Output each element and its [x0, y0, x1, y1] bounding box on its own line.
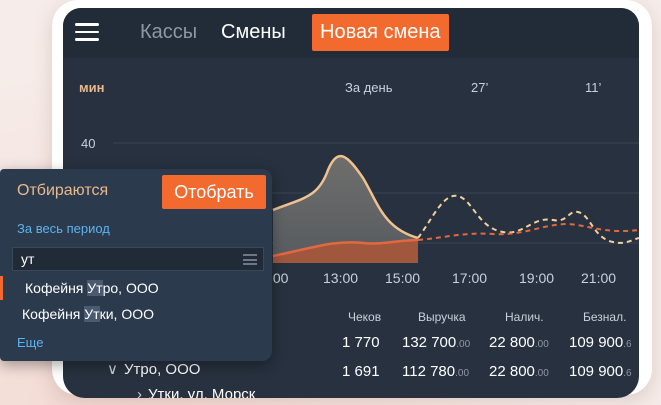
column-header-cash: Налич. [505, 310, 544, 324]
tab-smeny[interactable]: Смены [221, 20, 286, 44]
cell-cash: 22 800.00 [489, 334, 549, 351]
list-item[interactable]: Кофейня Утро, ООО [0, 276, 272, 300]
cell-checks: 1 691 [342, 363, 380, 380]
x-tick-label: 13:00 [323, 270, 359, 286]
cell-revenue: 112 780.00 [402, 363, 470, 380]
temperature-label: 27’ [471, 80, 489, 95]
select-button[interactable]: Отобрать [162, 175, 266, 209]
search-value: ут [21, 251, 35, 267]
cell-revenue: 132 700.00 [402, 334, 471, 351]
more-link[interactable]: Еще [17, 335, 43, 350]
cell-checks: 1 770 [342, 334, 380, 351]
y-tick-label: 40 [81, 136, 95, 151]
period-link[interactable]: За весь период [17, 221, 110, 236]
list-item-label: Кофейня Утки, ООО [22, 306, 154, 322]
chevron-right-icon[interactable]: › [137, 386, 142, 398]
filter-popup: Отбираются Отобрать За весь период ут Ко… [0, 169, 272, 361]
column-header-revenue: Выручка [418, 310, 466, 324]
chart-unit-label: мин [79, 80, 105, 95]
list-icon[interactable] [243, 254, 257, 265]
list-item-label: Кофейня Утро, ООО [25, 280, 159, 296]
popup-title: Отбираются [17, 182, 109, 199]
column-header-checks: Чеков [348, 310, 382, 324]
cell-cashless: 109 900.6 [569, 363, 632, 380]
chevron-down-icon[interactable]: ∨ [107, 361, 118, 378]
new-shift-button[interactable]: Новая смена [312, 14, 449, 51]
table-row-label[interactable]: › Утки, ул. Морск [137, 386, 255, 398]
x-tick-label: 21:00 [581, 270, 617, 286]
menu-icon[interactable] [75, 23, 99, 41]
temperature-label: 11’ [585, 80, 602, 95]
cell-cash: 22 800.00 [489, 363, 549, 380]
forecast-line-1 [417, 194, 639, 244]
x-tick-label: 19:00 [519, 270, 555, 286]
cell-cashless: 109 900.6 [569, 334, 632, 351]
tab-kassy[interactable]: Кассы [140, 20, 197, 44]
top-bar: Кассы Смены Новая смена [63, 8, 639, 58]
list-item[interactable]: Кофейня Утки, ООО [0, 302, 272, 326]
column-header-cashless: Безнал. [583, 310, 627, 324]
x-tick-label: 17:00 [452, 270, 488, 286]
x-tick-label: 15:00 [385, 270, 421, 286]
search-input[interactable]: ут [12, 247, 264, 271]
table-row-label[interactable]: ∨ Утро, ООО [107, 360, 200, 378]
per-day-label[interactable]: За день [345, 80, 392, 95]
